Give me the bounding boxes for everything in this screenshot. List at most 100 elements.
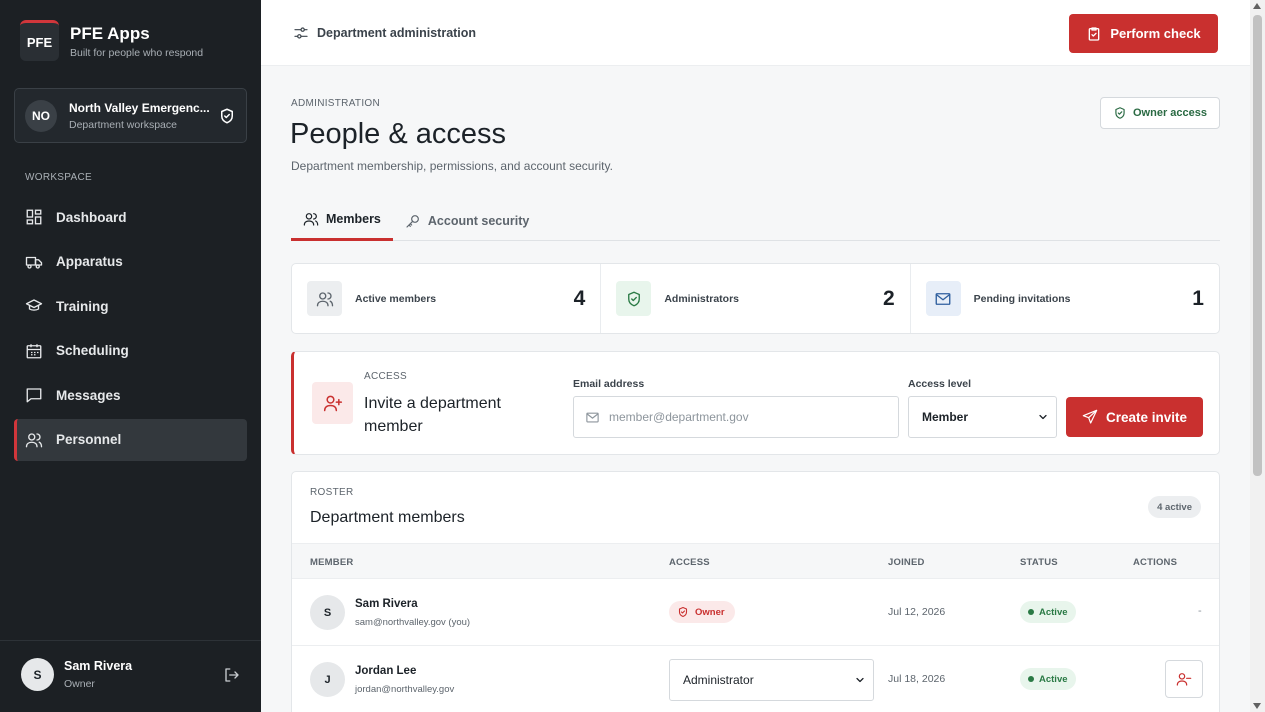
- invite-title: Invite a department member: [364, 395, 501, 435]
- roster-title: Department members: [310, 509, 465, 526]
- scrollbar-thumb[interactable]: [1253, 15, 1262, 476]
- email-label: Email address: [573, 378, 645, 390]
- avatar[interactable]: S: [21, 658, 54, 691]
- calendar-icon: [26, 344, 42, 359]
- logout-icon[interactable]: [223, 666, 241, 684]
- stat-value: 2: [882, 286, 895, 310]
- shield-icon: [678, 606, 688, 618]
- sidebar: PFE PFE Apps Built for people who respon…: [0, 0, 261, 712]
- user-plus-icon: [323, 395, 342, 412]
- stat-label: Administrators: [664, 292, 740, 305]
- users-icon: [25, 433, 43, 448]
- stats-panel: Active members 4 Administrators 2 Pendin…: [291, 263, 1220, 334]
- page-context: Department administration: [293, 25, 476, 41]
- member-email: sam@northvalley.gov (you): [355, 617, 471, 628]
- access-level-label: Access level: [908, 378, 972, 390]
- access-level-value: Administrator: [683, 673, 754, 687]
- remove-member-button[interactable]: [1165, 660, 1203, 698]
- sidebar-item-messages[interactable]: Messages: [14, 374, 247, 416]
- brand[interactable]: PFE PFE Apps Built for people who respon…: [20, 20, 203, 61]
- perform-check-button[interactable]: Perform check: [1069, 14, 1218, 53]
- access-level-select[interactable]: Member: [908, 396, 1057, 438]
- sidebar-item-label: Apparatus: [56, 254, 123, 270]
- owner-access-badge[interactable]: Owner access: [1100, 97, 1220, 129]
- access-level-select[interactable]: Administrator: [669, 659, 874, 701]
- stat-active-members: Active members 4: [292, 264, 602, 333]
- tab-label: Account security: [427, 213, 530, 228]
- status-badge: Active: [1020, 601, 1076, 623]
- user-profile: S Sam Rivera Owner: [0, 640, 261, 700]
- table-header: MEMBER ACCESS JOINED STATUS ACTIONS: [292, 543, 1219, 579]
- key-icon: [406, 214, 419, 228]
- tab-bar: Members Account security: [291, 200, 1220, 241]
- stat-pending-invitations: Pending invitations 1: [911, 264, 1219, 333]
- column-header: JOINED: [888, 557, 925, 568]
- send-icon: [1082, 409, 1098, 424]
- sidebar-item-apparatus[interactable]: Apparatus: [14, 241, 247, 283]
- shield-check-icon: [221, 108, 233, 123]
- mail-icon: [935, 292, 951, 305]
- member-name: Sam Rivera: [355, 598, 418, 610]
- column-header: MEMBER: [310, 557, 354, 568]
- sidebar-item-label: Scheduling: [56, 343, 129, 359]
- scroll-up-arrow[interactable]: [1253, 3, 1261, 9]
- owner-access-label: Owner access: [1133, 107, 1207, 119]
- user-minus-icon: [1176, 673, 1192, 686]
- app-tagline: Built for people who respond: [70, 46, 204, 59]
- sidebar-section-label: WORKSPACE: [25, 172, 92, 183]
- tab-label: Members: [326, 212, 381, 226]
- tab-members[interactable]: Members: [291, 200, 393, 241]
- sidebar-item-label: Personnel: [56, 432, 122, 448]
- avatar: S: [310, 595, 345, 630]
- sidebar-item-label: Dashboard: [56, 209, 127, 225]
- shield-check-icon: [627, 291, 640, 306]
- graduation-cap-icon: [25, 299, 43, 311]
- perform-check-label: Perform check: [1110, 26, 1201, 41]
- message-icon: [26, 388, 42, 403]
- stat-label: Active members: [355, 292, 437, 305]
- invite-eyebrow: ACCESS: [364, 371, 407, 382]
- workspace-avatar: NO: [25, 99, 57, 132]
- sidebar-item-training[interactable]: Training: [14, 285, 247, 327]
- sidebar-item-scheduling[interactable]: Scheduling: [14, 330, 247, 372]
- table-row: J Jordan Lee jordan@northvalley.gov Admi…: [292, 646, 1219, 712]
- roster-panel: ROSTER Department members 4 active MEMBE…: [291, 471, 1220, 712]
- access-badge: Owner: [669, 601, 735, 623]
- create-invite-button[interactable]: Create invite: [1066, 397, 1203, 437]
- workspace-switcher[interactable]: NO North Valley Emergenc... Department w…: [14, 88, 247, 143]
- roster-eyebrow: ROSTER: [310, 487, 354, 498]
- member-name: Jordan Lee: [355, 665, 417, 677]
- app-logo: PFE: [20, 20, 59, 61]
- column-header: STATUS: [1020, 557, 1058, 568]
- joined-date: Jul 18, 2026: [888, 673, 946, 685]
- status-label: Active: [1039, 606, 1068, 618]
- tab-account-security[interactable]: Account security: [393, 200, 541, 241]
- chevron-down-icon: [1039, 414, 1047, 420]
- stat-icon-box: [925, 281, 961, 316]
- scroll-down-arrow[interactable]: [1253, 703, 1261, 709]
- no-action: -: [1198, 605, 1202, 617]
- clipboard-check-icon: [1088, 26, 1100, 41]
- scrollbar[interactable]: [1250, 0, 1265, 712]
- user-name: Sam Rivera: [64, 659, 133, 673]
- stat-label: Pending invitations: [973, 292, 1071, 305]
- sidebar-item-dashboard[interactable]: Dashboard: [14, 196, 247, 238]
- app-name: PFE Apps: [70, 23, 150, 43]
- sliders-icon: [294, 26, 308, 39]
- joined-date: Jul 12, 2026: [888, 606, 946, 618]
- users-icon: [316, 291, 333, 306]
- workspace-subtitle: Department workspace: [69, 118, 177, 131]
- status-label: Active: [1039, 673, 1068, 685]
- member-email: jordan@northvalley.gov: [355, 684, 455, 695]
- main-content: ADMINISTRATION People & access Departmen…: [261, 66, 1250, 712]
- users-icon: [303, 213, 319, 226]
- status-dot: [1028, 609, 1034, 615]
- page-eyebrow: ADMINISTRATION: [291, 98, 381, 109]
- stat-icon-box: [307, 281, 342, 316]
- stat-administrators: Administrators 2: [601, 264, 911, 333]
- sidebar-item-personnel[interactable]: Personnel: [14, 418, 247, 461]
- email-field[interactable]: member@department.gov: [573, 396, 899, 438]
- shield-check-icon: [1115, 107, 1125, 119]
- status-badge: Active: [1020, 668, 1076, 690]
- mail-icon: [586, 412, 599, 422]
